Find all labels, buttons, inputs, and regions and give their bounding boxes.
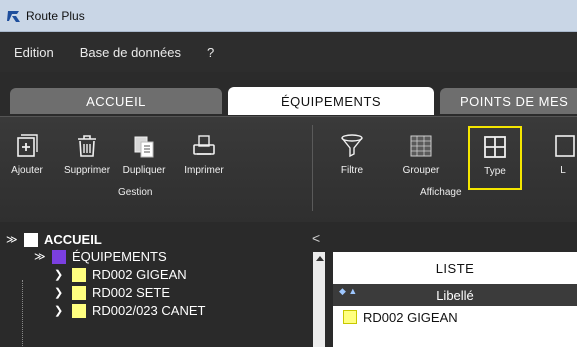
trash-icon bbox=[78, 135, 96, 157]
tree-root-label: ACCUEIL bbox=[44, 232, 102, 247]
tree-node-equipements-label: ÉQUIPEMENTS bbox=[72, 249, 167, 264]
sort-icon[interactable]: ◆ ▲ bbox=[339, 286, 357, 297]
tab-strip: ACCUEIL ÉQUIPEMENTS POINTS DE MES bbox=[0, 72, 577, 116]
imprimer-label: Imprimer bbox=[184, 165, 224, 176]
duplicate-icon bbox=[134, 136, 154, 158]
collapse-panel-icon[interactable]: < bbox=[312, 230, 320, 246]
type-button[interactable]: Type bbox=[468, 126, 522, 190]
yellow-square-icon bbox=[72, 303, 86, 318]
tab-accueil[interactable]: ACCUEIL bbox=[10, 88, 222, 114]
tree-item[interactable]: ❯ RD002/023 CANET bbox=[54, 303, 205, 318]
chevron-right-icon[interactable]: ❯ bbox=[54, 304, 66, 317]
partial-label: L bbox=[560, 165, 566, 176]
partial-button[interactable]: L bbox=[548, 127, 577, 187]
tree-item[interactable]: ❯ RD002 GIGEAN bbox=[54, 267, 187, 282]
tree-root-accueil[interactable]: ≫ ACCUEIL bbox=[6, 232, 102, 247]
ribbon-separator bbox=[312, 125, 313, 211]
tab-points-de-mesure[interactable]: POINTS DE MES bbox=[440, 88, 577, 114]
chevron-right-icon[interactable]: ❯ bbox=[54, 286, 66, 299]
tree-guide-line bbox=[22, 280, 23, 347]
filtre-button[interactable]: Filtre bbox=[329, 127, 375, 187]
grid-table-icon bbox=[410, 135, 432, 157]
filter-icon bbox=[341, 134, 363, 158]
tree-node-equipements[interactable]: ≫ ÉQUIPEMENTS bbox=[34, 249, 167, 264]
tab-equipements[interactable]: ÉQUIPEMENTS bbox=[228, 87, 434, 115]
menu-help[interactable]: ? bbox=[207, 45, 214, 60]
scroll-up-icon[interactable] bbox=[316, 256, 324, 261]
ribbon: Ajouter Supprimer Dupliquer Imprimer Ges… bbox=[0, 116, 577, 222]
dupliquer-button[interactable]: Dupliquer bbox=[121, 127, 167, 187]
add-icon bbox=[17, 134, 38, 157]
tree-item[interactable]: ❯ RD002 SETE bbox=[54, 285, 170, 300]
type-grid-icon bbox=[484, 136, 506, 158]
content-area: ≫ ACCUEIL ≫ ÉQUIPEMENTS ❯ RD002 GIGEAN ❯… bbox=[0, 222, 577, 347]
group-label-gestion: Gestion bbox=[118, 187, 153, 198]
menu-base-de-donnees[interactable]: Base de données bbox=[80, 45, 181, 60]
tree-item-label: RD002 GIGEAN bbox=[92, 267, 187, 282]
dupliquer-label: Dupliquer bbox=[122, 165, 166, 176]
purple-square-icon bbox=[52, 249, 66, 264]
tree-scrollbar[interactable] bbox=[313, 252, 325, 347]
partial-list-icon bbox=[555, 135, 575, 157]
tree-item-label: RD002 SETE bbox=[92, 285, 171, 300]
tree-item-label: RD002/023 CANET bbox=[92, 303, 206, 318]
yellow-square-icon bbox=[343, 310, 357, 324]
column-header-libelle[interactable]: ◆ ▲ Libellé bbox=[333, 284, 577, 306]
expand-chevron-icon[interactable]: ≫ bbox=[6, 233, 18, 246]
chevron-right-icon[interactable]: ❯ bbox=[54, 268, 66, 281]
list-title: LISTE bbox=[435, 260, 475, 276]
imprimer-button[interactable]: Imprimer bbox=[181, 127, 227, 187]
ajouter-button[interactable]: Ajouter bbox=[4, 127, 50, 187]
supprimer-label: Supprimer bbox=[63, 165, 111, 176]
group-label-affichage: Affichage bbox=[420, 187, 462, 198]
grouper-button[interactable]: Grouper bbox=[398, 127, 444, 187]
list-panel: LISTE ◆ ▲ Libellé RD002 GIGEAN bbox=[333, 252, 577, 347]
title-bar: Route Plus bbox=[0, 0, 577, 32]
white-square-icon bbox=[24, 232, 38, 247]
type-label: Type bbox=[484, 166, 506, 177]
route-plus-logo bbox=[7, 10, 20, 22]
menu-bar: Edition Base de données ? bbox=[0, 32, 577, 72]
supprimer-button[interactable]: Supprimer bbox=[64, 127, 110, 187]
menu-edition[interactable]: Edition bbox=[14, 45, 54, 60]
yellow-square-icon bbox=[72, 267, 86, 282]
filtre-label: Filtre bbox=[340, 165, 364, 176]
equipment-tree: ≫ ACCUEIL ≫ ÉQUIPEMENTS ❯ RD002 GIGEAN ❯… bbox=[0, 222, 318, 347]
printer-icon bbox=[193, 135, 215, 155]
column-header-label: Libellé bbox=[436, 287, 474, 303]
window-title: Route Plus bbox=[26, 8, 85, 23]
ajouter-label: Ajouter bbox=[11, 165, 43, 176]
list-row-label: RD002 GIGEAN bbox=[363, 309, 458, 325]
list-row[interactable]: RD002 GIGEAN bbox=[333, 306, 577, 328]
expand-chevron-icon[interactable]: ≫ bbox=[34, 250, 46, 263]
yellow-square-icon bbox=[72, 285, 86, 300]
grouper-label: Grouper bbox=[402, 165, 440, 176]
